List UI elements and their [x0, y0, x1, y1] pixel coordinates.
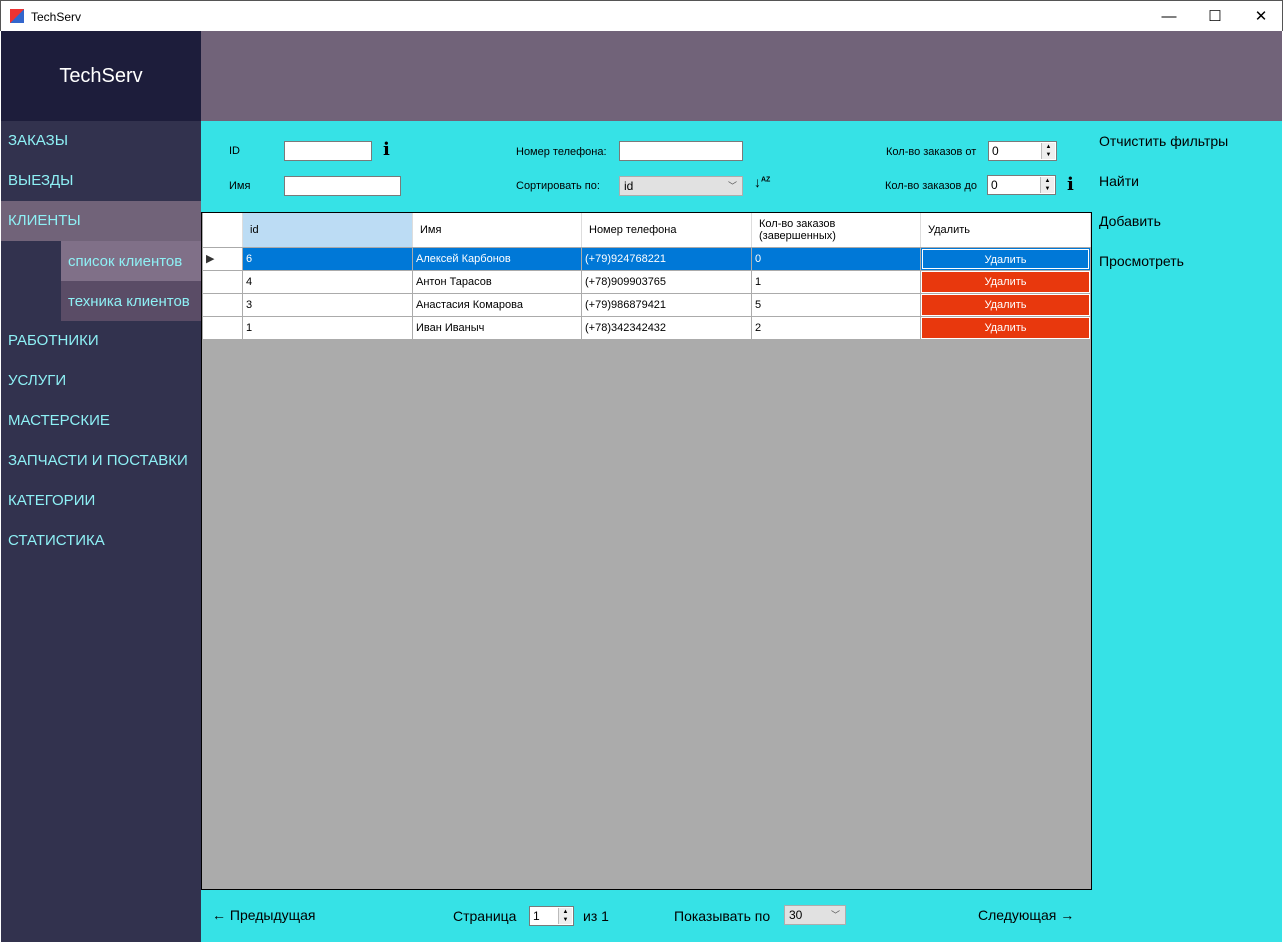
window-title: TechServ [31, 10, 82, 24]
sidebar: ЗАКАЗЫ ВЫЕЗДЫ КЛИЕНТЫ список клиентов те… [1, 121, 201, 942]
cell-name[interactable]: Алексей Карбонов [412, 246, 582, 271]
page-stepper[interactable]: 1 ▲ ▼ [529, 906, 574, 926]
maximize-button[interactable]: ☐ [1192, 1, 1238, 32]
row-selector[interactable] [202, 269, 243, 294]
spin-arrows-icon[interactable]: ▲ ▼ [1041, 143, 1055, 159]
minimize-button[interactable]: — [1146, 1, 1192, 32]
per-page-label: Показывать по [674, 908, 771, 924]
sidebar-item-workshops[interactable]: МАСТЕРСКИЕ [1, 401, 201, 441]
cell-orders[interactable]: 1 [751, 269, 921, 294]
clear-filters-button[interactable]: Отчистить фильтры [1099, 133, 1228, 149]
sidebar-subitem-client-equipment[interactable]: техника клиентов [61, 281, 201, 321]
name-label: Имя [229, 180, 251, 192]
sidebar-subitem-client-list[interactable]: список клиентов [61, 241, 201, 281]
phone-label: Номер телефона: [516, 146, 607, 158]
orders-from-label: Кол-во заказов от [886, 146, 977, 158]
row-selector-icon[interactable]: ▶ [202, 246, 243, 271]
column-header-phone[interactable]: Номер телефона [581, 213, 752, 248]
app-logo: TechServ [1, 31, 201, 121]
row-header-corner [202, 213, 243, 248]
sidebar-item-orders[interactable]: ЗАКАЗЫ [1, 121, 201, 161]
table-header: id Имя Номер телефона Кол-во заказов (за… [202, 213, 1091, 248]
cell-id[interactable]: 6 [242, 246, 413, 271]
orders-to-stepper[interactable]: 0 ▲ ▼ [987, 175, 1056, 195]
orders-from-stepper[interactable]: 0 ▲ ▼ [988, 141, 1057, 161]
table-row[interactable]: ▶ 6 Алексей Карбонов (+79)924768221 0 Удалить [202, 246, 1091, 271]
orders-to-label: Кол-во заказов до [885, 180, 977, 192]
next-page-button[interactable]: Следующая → [978, 907, 1074, 923]
sort-select[interactable]: id ﹀ [619, 176, 743, 196]
orders-from-value: 0 [992, 144, 999, 158]
clients-table: id Имя Номер телефона Кол-во заказов (за… [201, 212, 1092, 890]
cell-phone[interactable]: (+79)986879421 [581, 292, 752, 317]
cell-phone[interactable]: (+79)924768221 [581, 246, 752, 271]
row-selector[interactable] [202, 315, 243, 340]
delete-row-button[interactable]: Удалить [922, 248, 1089, 269]
sort-direction-icon[interactable]: ↓AZ [754, 174, 770, 190]
cell-id[interactable]: 4 [242, 269, 413, 294]
previous-page-button[interactable]: ← Предыдущая [212, 907, 316, 923]
sidebar-item-categories[interactable]: КАТЕГОРИИ [1, 481, 201, 521]
cell-phone[interactable]: (+78)909903765 [581, 269, 752, 294]
chevron-down-icon: ﹀ [727, 181, 737, 191]
table-row[interactable]: 3 Анастасия Комарова (+79)986879421 5 Удалит… [202, 292, 1091, 317]
page-label: Страница [453, 908, 517, 924]
spin-arrows-icon[interactable]: ▲ ▼ [1040, 177, 1054, 193]
app-icon [10, 9, 24, 23]
table-row[interactable]: 4 Антон Тарасов (+78)909903765 1 Удалить [202, 269, 1091, 294]
sidebar-item-services[interactable]: УСЛУГИ [1, 361, 201, 401]
find-button[interactable]: Найти [1099, 173, 1139, 189]
cell-orders[interactable]: 5 [751, 292, 921, 317]
cell-name[interactable]: Антон Тарасов [412, 269, 582, 294]
sidebar-item-visits[interactable]: ВЫЕЗДЫ [1, 161, 201, 201]
delete-row-button[interactable]: Удалить [922, 317, 1089, 338]
cell-name[interactable]: Анастасия Комарова [412, 292, 582, 317]
column-header-orders[interactable]: Кол-во заказов (завершенных) [751, 213, 921, 248]
cell-orders[interactable]: 2 [751, 315, 921, 340]
per-page-value: 30 [789, 908, 803, 922]
phone-input[interactable] [619, 141, 743, 161]
info-icon[interactable]: i [1067, 174, 1074, 195]
sort-value: id [624, 179, 634, 193]
info-icon[interactable]: i [383, 139, 390, 160]
sidebar-item-parts[interactable]: ЗАПЧАСТИ И ПОСТАВКИ [1, 441, 201, 481]
page-value: 1 [533, 909, 540, 923]
orders-to-value: 0 [991, 178, 998, 192]
cell-name[interactable]: Иван Иваныч [412, 315, 582, 340]
delete-row-button[interactable]: Удалить [922, 294, 1089, 315]
cell-phone[interactable]: (+78)342342432 [581, 315, 752, 340]
sidebar-item-workers[interactable]: РАБОТНИКИ [1, 321, 201, 361]
title-bar: TechServ — ☐ ✕ [0, 0, 1283, 31]
sort-label: Сортировать по: [516, 180, 600, 192]
sidebar-item-clients[interactable]: КЛИЕНТЫ [1, 201, 201, 241]
delete-row-button[interactable]: Удалить [922, 271, 1089, 292]
page-count: из 1 [583, 908, 609, 924]
add-button[interactable]: Добавить [1099, 213, 1161, 229]
cell-id[interactable]: 1 [242, 315, 413, 340]
cell-orders[interactable]: 0 [751, 246, 921, 271]
per-page-select[interactable]: 30 ﹀ [784, 905, 846, 925]
top-bar [201, 31, 1282, 121]
id-input[interactable] [284, 141, 372, 161]
name-input[interactable] [284, 176, 401, 196]
chevron-down-icon: ﹀ [830, 910, 840, 920]
view-button[interactable]: Просмотреть [1099, 253, 1184, 269]
cell-id[interactable]: 3 [242, 292, 413, 317]
close-button[interactable]: ✕ [1238, 1, 1283, 32]
column-header-delete[interactable]: Удалить [920, 213, 1091, 248]
spin-arrows-icon[interactable]: ▲ ▼ [558, 908, 572, 924]
row-selector[interactable] [202, 292, 243, 317]
table-row[interactable]: 1 Иван Иваныч (+78)342342432 2 Удалить [202, 315, 1091, 340]
id-label: ID [229, 145, 240, 157]
sidebar-item-statistics[interactable]: СТАТИСТИКА [1, 521, 201, 561]
column-header-id[interactable]: id [242, 213, 413, 248]
column-header-name[interactable]: Имя [412, 213, 582, 248]
